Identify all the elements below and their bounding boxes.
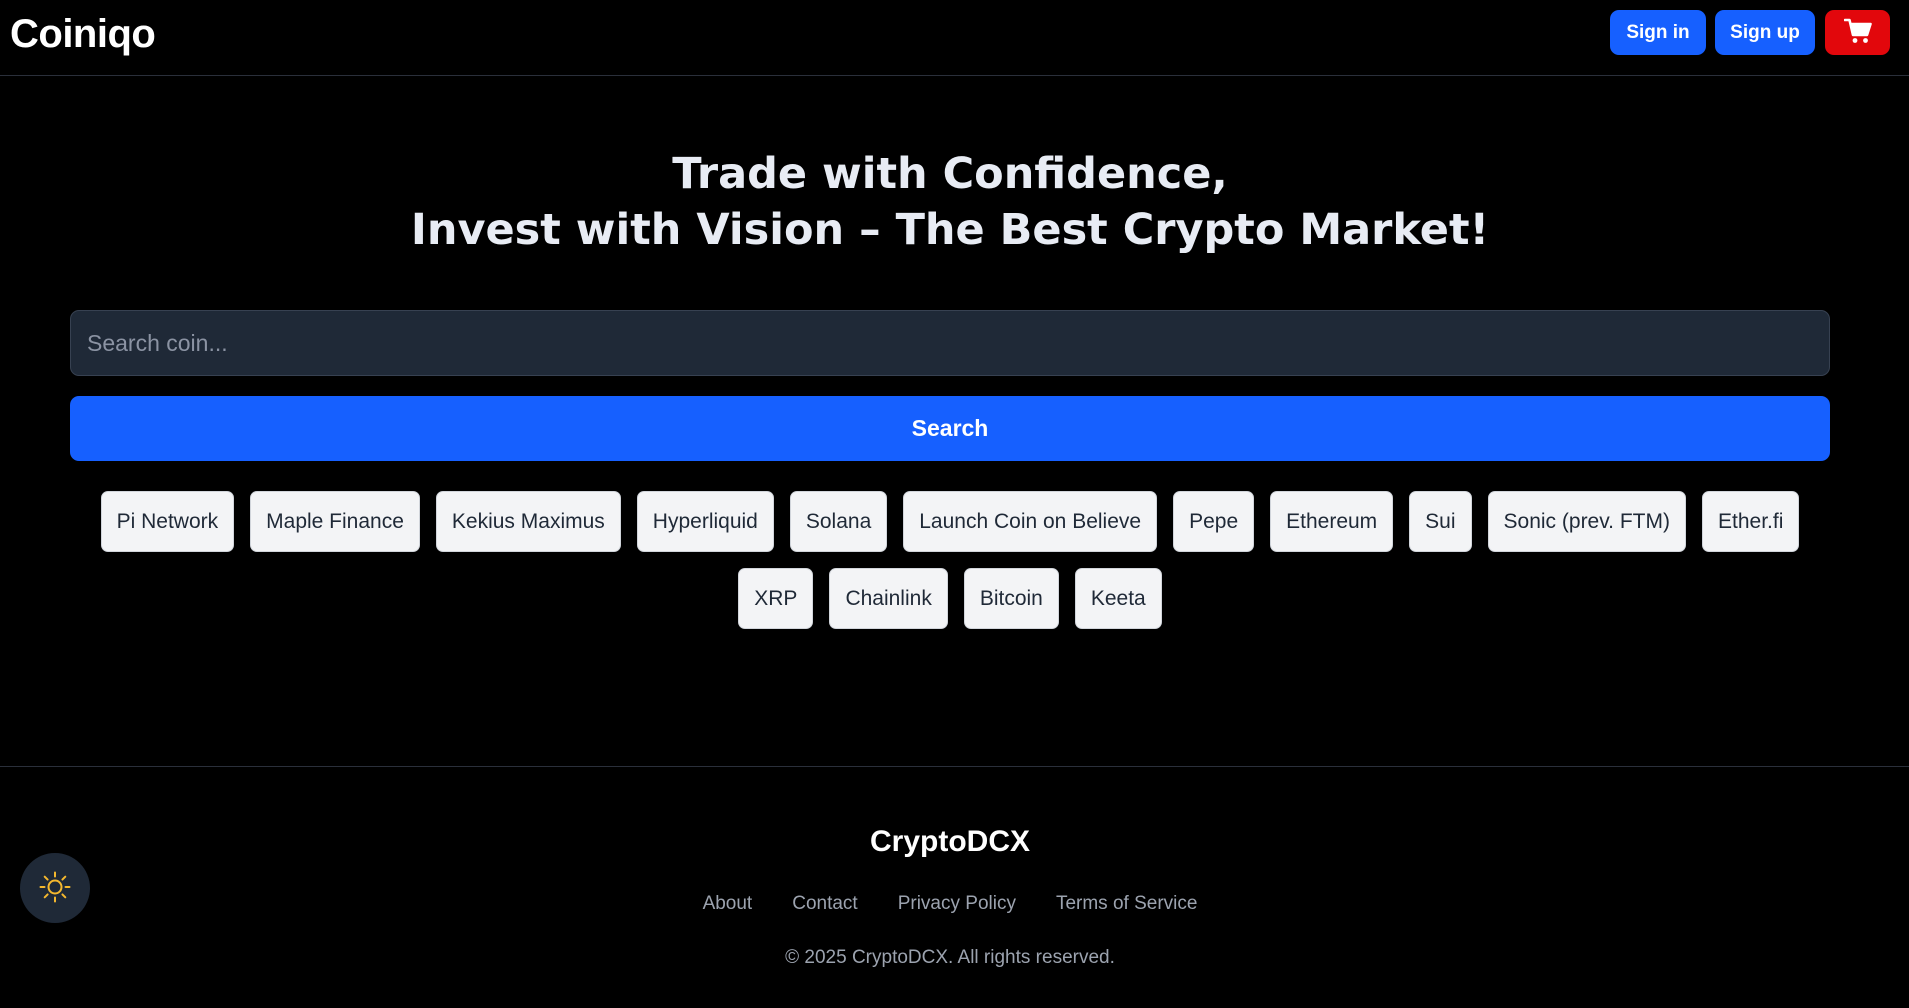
sign-up-button[interactable]: Sign up [1715,10,1815,55]
coin-chip[interactable]: Pepe [1173,491,1255,552]
footer-link-terms-of-service[interactable]: Terms of Service [1056,893,1197,915]
coin-chip[interactable]: XRP [738,568,814,629]
coin-chip-list: Pi Network Maple Finance Kekius Maximus Hyp… [70,491,1830,629]
coin-chip[interactable]: Sonic (prev. FTM) [1487,491,1686,552]
coin-chip[interactable]: Sui [1409,491,1472,552]
site-logo[interactable]: Coiniqo [10,12,156,57]
coin-chip[interactable]: Kekius Maximus [435,491,621,552]
coin-chip[interactable]: Maple Finance [250,491,420,552]
coin-chip[interactable]: Bitcoin [963,568,1059,629]
coin-chip[interactable]: Ether.fi [1702,491,1800,552]
site-header: Coiniqo Sign in Sign up [0,0,1909,76]
hero-heading-line-1: Trade with Confidence, [672,149,1228,199]
coin-chip[interactable]: Pi Network [100,491,235,552]
footer-link-contact[interactable]: Contact [792,893,857,915]
sun-icon [38,870,72,907]
coin-chip[interactable]: Solana [789,491,888,552]
hero-heading-line-2: Invest with Vision – The Best Crypto Mar… [410,205,1490,255]
sign-in-button[interactable]: Sign in [1610,10,1706,55]
site-footer: CryptoDCX About Contact Privacy Policy T… [0,766,1909,1008]
coin-chip[interactable]: Launch Coin on Believe [903,491,1158,552]
copyright-text: © 2025 CryptoDCX. All rights reserved. [785,947,1115,968]
coin-chip[interactable]: Chainlink [829,568,948,629]
hero-heading: Trade with Confidence, Invest with Visio… [0,146,1900,258]
shopping-cart-icon [1843,18,1872,47]
footer-link-about[interactable]: About [703,893,753,915]
coin-chip[interactable]: Hyperliquid [636,491,774,552]
footer-links: About Contact Privacy Policy Terms of Se… [0,893,1900,915]
search-button[interactable]: Search [70,396,1830,461]
footer-link-privacy-policy[interactable]: Privacy Policy [898,893,1016,915]
theme-toggle-button[interactable] [20,853,90,923]
footer-brand: CryptoDCX [869,825,1030,858]
coin-chip[interactable]: Keeta [1074,568,1162,629]
cart-button[interactable] [1825,10,1890,55]
coin-chip[interactable]: Ethereum [1270,491,1394,552]
search-input[interactable] [70,310,1830,376]
